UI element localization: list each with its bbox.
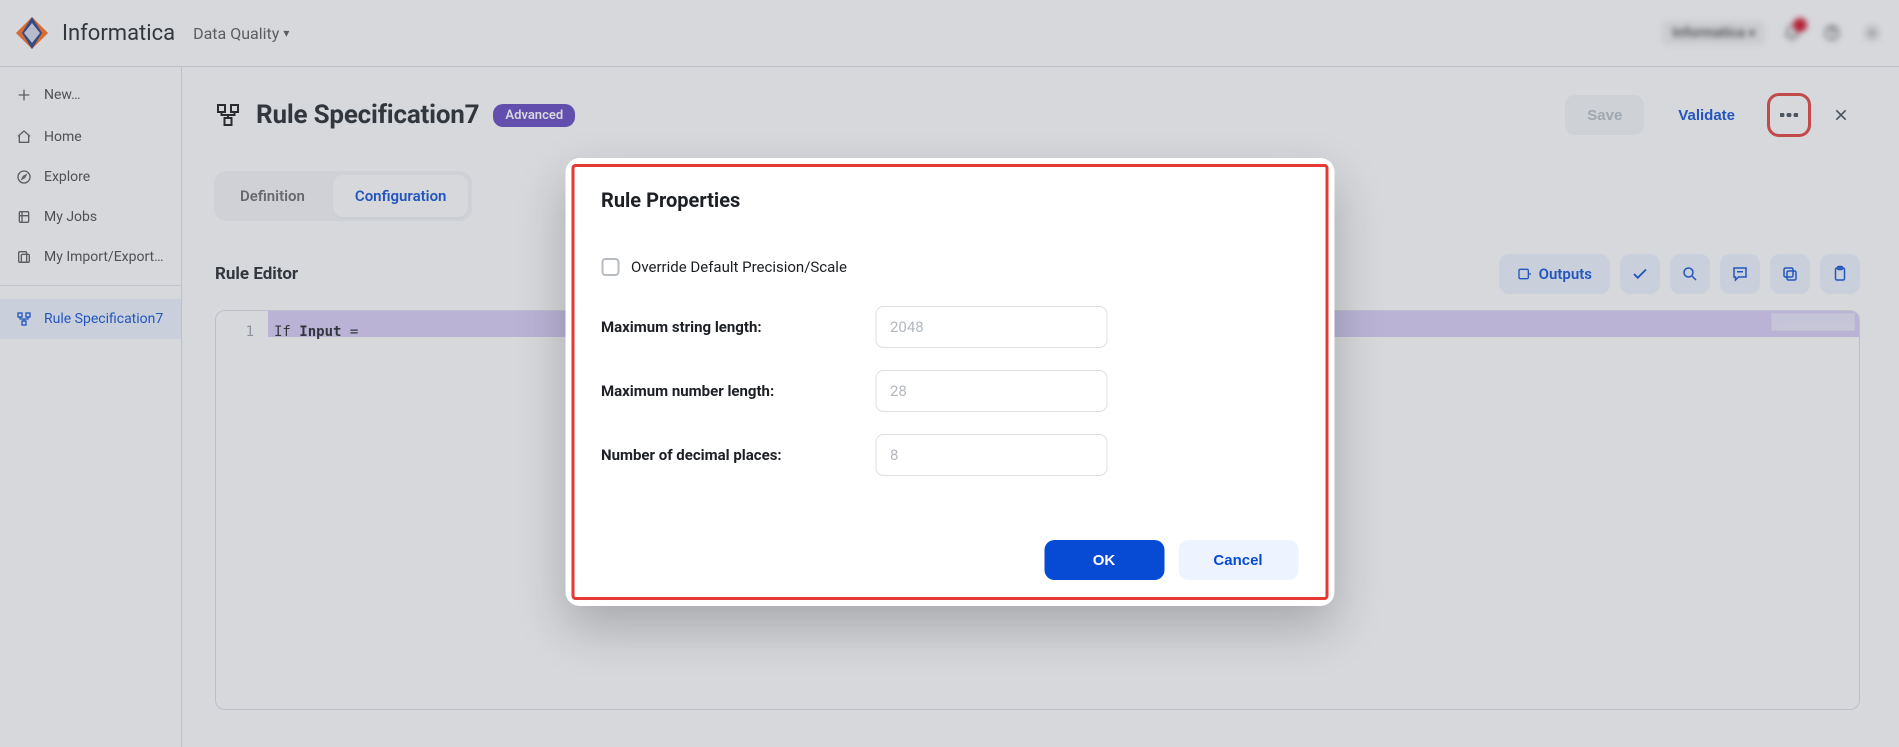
override-precision-checkbox[interactable] <box>601 258 619 276</box>
max-string-placeholder: 2048 <box>890 318 924 336</box>
max-string-label: Maximum string length: <box>601 318 851 336</box>
override-precision-label: Override Default Precision/Scale <box>631 258 847 276</box>
ok-button[interactable]: OK <box>1044 540 1164 580</box>
max-number-input[interactable]: 28 <box>875 370 1107 412</box>
dialog-title: Rule Properties <box>601 188 1298 212</box>
max-string-row: Maximum string length: 2048 <box>601 306 1298 348</box>
cancel-button[interactable]: Cancel <box>1178 540 1298 580</box>
decimal-places-input[interactable]: 8 <box>875 434 1107 476</box>
decimal-places-placeholder: 8 <box>890 446 898 464</box>
decimal-places-label: Number of decimal places: <box>601 446 851 464</box>
override-precision-row: Override Default Precision/Scale <box>601 258 1298 276</box>
max-number-row: Maximum number length: 28 <box>601 370 1298 412</box>
decimal-places-row: Number of decimal places: 8 <box>601 434 1298 476</box>
max-number-placeholder: 28 <box>890 382 907 400</box>
rule-properties-dialog: Rule Properties Override Default Precisi… <box>565 158 1334 606</box>
max-string-input[interactable]: 2048 <box>875 306 1107 348</box>
max-number-label: Maximum number length: <box>601 382 851 400</box>
